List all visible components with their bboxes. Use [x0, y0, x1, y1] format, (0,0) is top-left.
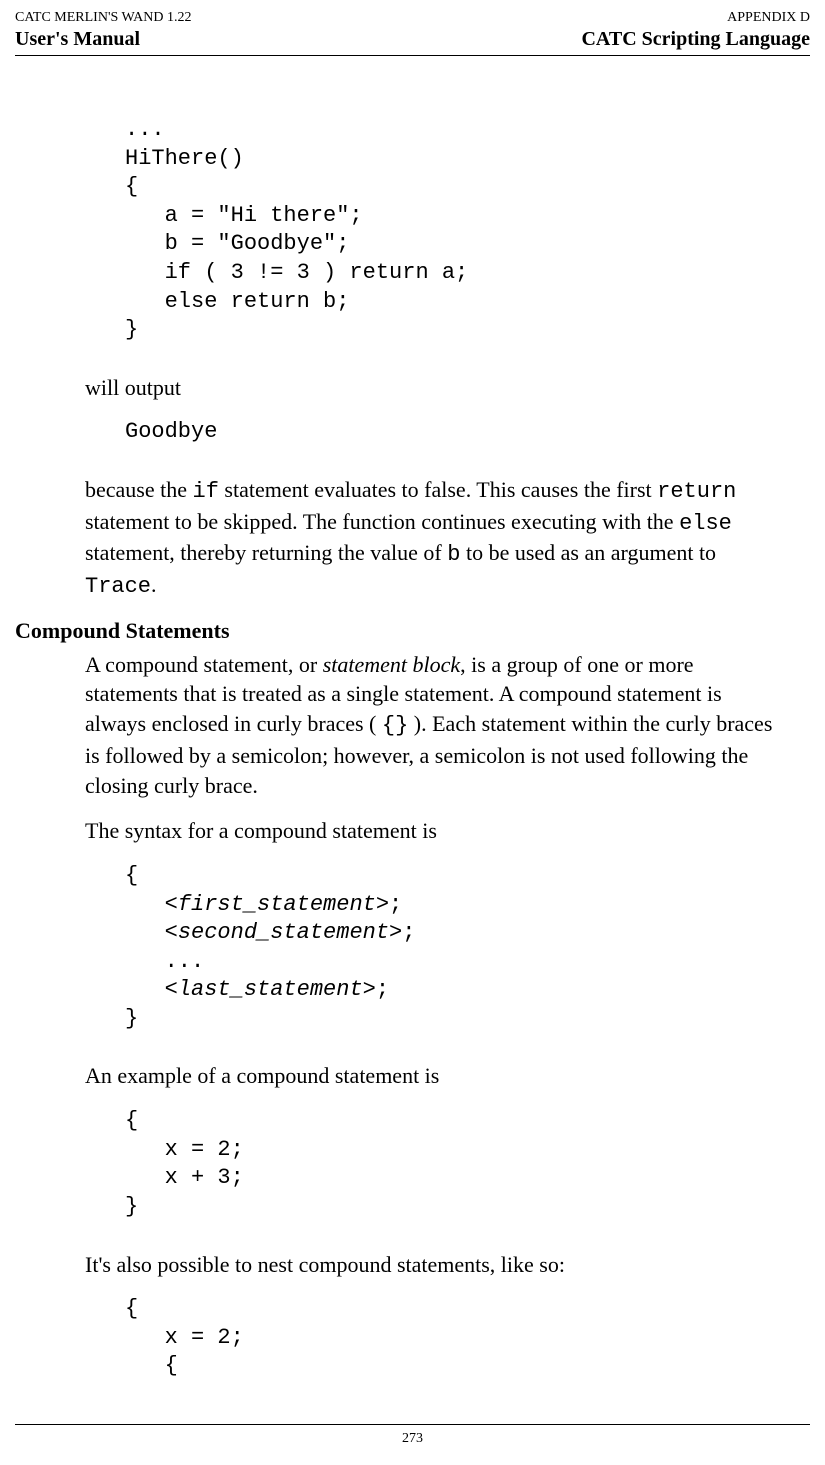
inline-code-else: else: [679, 511, 732, 536]
code-block-goodbye: Goodbye: [125, 418, 780, 447]
paragraph-compound-definition: A compound statement, or statement block…: [85, 650, 780, 800]
page-number: 273: [402, 1431, 423, 1446]
header-top-row: CATC MERLIN'S WAND 1.22 APPENDIX D: [15, 10, 810, 26]
inline-code-b: b: [447, 542, 460, 567]
code-block-example: { x = 2; x + 3; }: [125, 1107, 780, 1221]
header-manual-title: User's Manual: [15, 28, 140, 51]
inline-code-return: return: [657, 479, 736, 504]
will-output-text: will output: [85, 373, 780, 403]
code-block-nested: { x = 2; {: [125, 1295, 780, 1381]
code-block-hithere: ... HiThere() { a = "Hi there"; b = "Goo…: [125, 116, 780, 345]
page-footer: 273: [0, 1424, 825, 1447]
section-heading-compound-statements: Compound Statements: [15, 618, 780, 644]
header-product-version: CATC MERLIN'S WAND 1.22: [15, 10, 192, 26]
paragraph-because: because the if statement evaluates to fa…: [85, 475, 780, 602]
header-language-title: CATC Scripting Language: [581, 28, 810, 51]
footer-divider: [15, 1424, 810, 1425]
paragraph-example-intro: An example of a compound statement is: [85, 1061, 780, 1091]
inline-code-trace: Trace: [85, 574, 151, 599]
paragraph-nest-intro: It's also possible to nest compound stat…: [85, 1250, 780, 1280]
inline-code-braces: {}: [382, 713, 408, 738]
paragraph-syntax-intro: The syntax for a compound statement is: [85, 816, 780, 846]
page-content: ... HiThere() { a = "Hi there"; b = "Goo…: [15, 56, 810, 1381]
header-bottom-row: User's Manual CATC Scripting Language: [15, 28, 810, 51]
inline-code-if: if: [193, 479, 219, 504]
term-statement-block: statement block: [323, 652, 460, 677]
header-appendix: APPENDIX D: [727, 10, 810, 26]
code-block-syntax: { <first_statement>; <second_statement>;…: [125, 862, 780, 1034]
